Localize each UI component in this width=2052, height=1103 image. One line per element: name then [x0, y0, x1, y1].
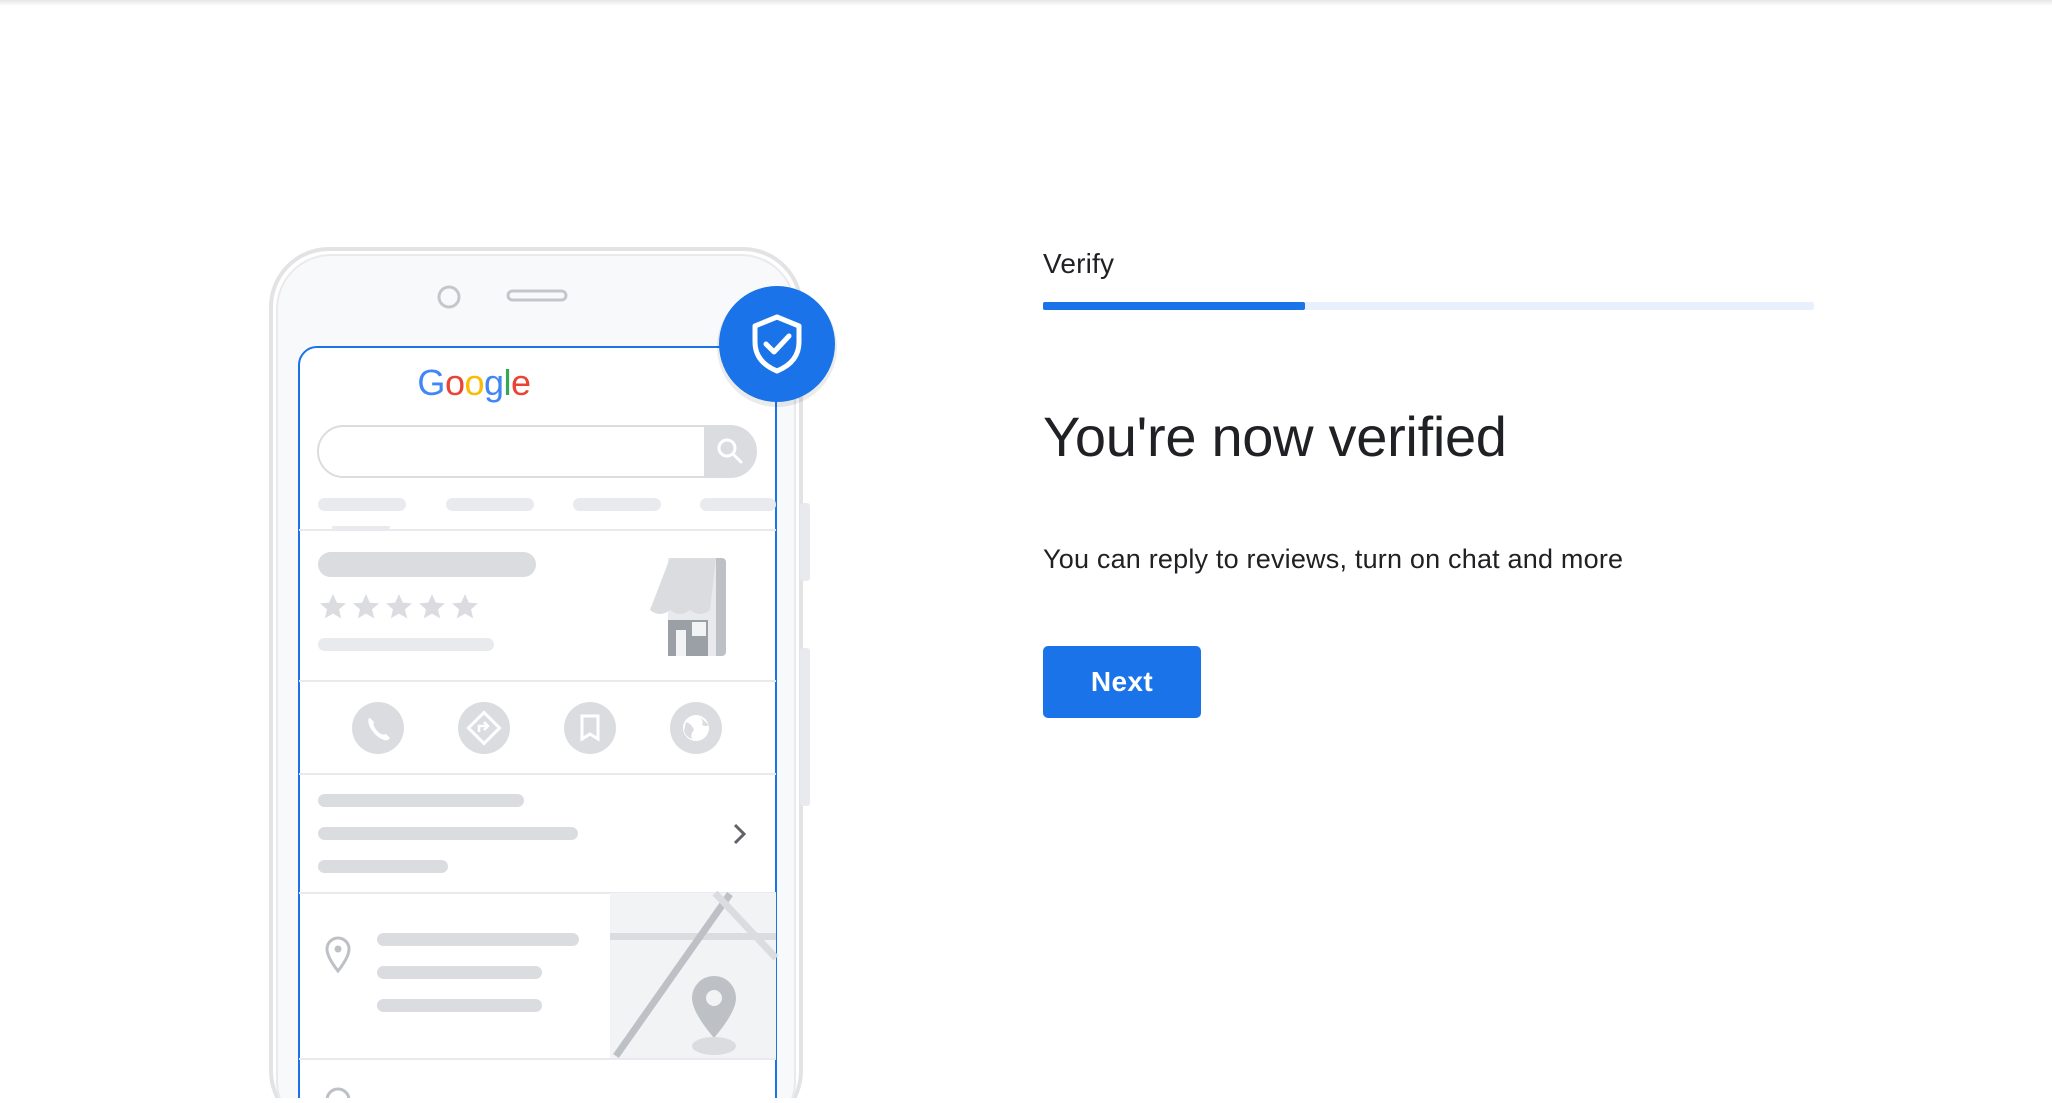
- progress-bar-fill: [1043, 302, 1306, 310]
- page-title: You're now verified: [1043, 405, 1507, 468]
- globe-icon: [670, 702, 722, 754]
- step-label: Verify: [1043, 248, 1115, 279]
- google-logo: Google: [417, 362, 530, 403]
- verified-badge: [717, 286, 837, 407]
- bookmark-icon: [564, 702, 616, 754]
- phone-icon: [352, 702, 404, 754]
- search-bar-placeholder: [317, 425, 757, 478]
- top-bar-shadow: [0, 0, 2052, 6]
- map-thumbnail: [610, 890, 779, 1059]
- progress-bar: [1043, 302, 1814, 310]
- directions-icon: [458, 702, 510, 754]
- verified-phone-illustration: Google: [260, 238, 860, 1103]
- phone-screen: Google: [298, 346, 779, 1103]
- description-text: You can reply to reviews, turn on chat a…: [1043, 544, 1624, 574]
- next-button[interactable]: Next: [1043, 646, 1201, 718]
